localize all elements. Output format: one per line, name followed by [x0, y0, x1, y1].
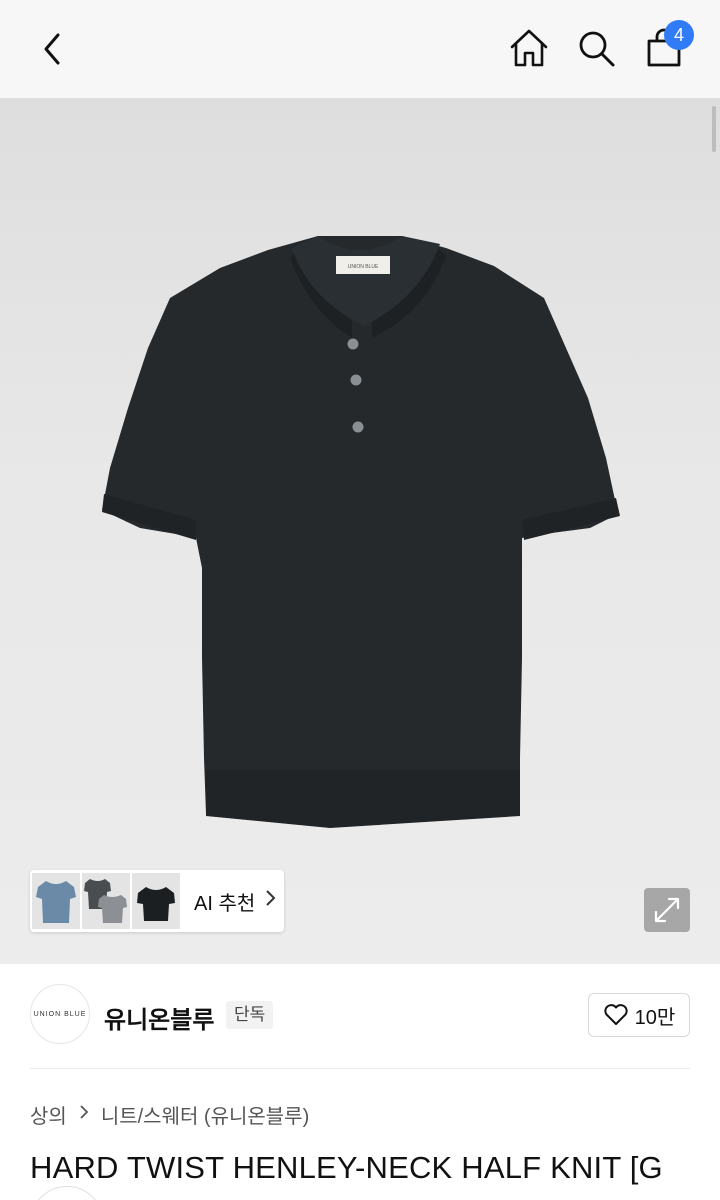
breadcrumb-category[interactable]: 상의 — [30, 1100, 67, 1129]
brand-name[interactable]: 유니온블루 — [104, 1000, 214, 1035]
neck-label-text: UNION BLUE — [348, 264, 379, 270]
floating-circle[interactable] — [30, 1186, 104, 1200]
brand-row: UNION BLUE 유니온블루 단독 10만 — [0, 964, 720, 1068]
product-detail-screen: 4 UNION BLUE AI 추천 UNION BLUE 유니온블루 단독 1… — [0, 0, 720, 1200]
search-button[interactable] — [572, 24, 620, 72]
chevron-right-icon — [79, 1103, 89, 1126]
ai-thumbnail-black[interactable] — [132, 873, 180, 929]
brand-logo-text: UNION BLUE — [33, 1010, 87, 1018]
scroll-indicator[interactable] — [712, 106, 716, 152]
cart-count-badge: 4 — [664, 20, 694, 50]
divider — [30, 1068, 690, 1069]
like-button[interactable]: 10만 — [588, 993, 690, 1037]
expand-image-button[interactable] — [644, 888, 690, 932]
heart-icon — [604, 1004, 628, 1025]
tshirt-icon — [36, 881, 76, 923]
ai-recommend-card[interactable]: AI 추천 — [30, 870, 284, 932]
ai-recommend-label: AI 추천 — [194, 892, 256, 915]
chevron-right-icon — [265, 889, 277, 913]
expand-icon — [654, 897, 680, 923]
home-icon — [510, 29, 548, 67]
product-photo: UNION BLUE — [102, 236, 620, 828]
product-title: HARD TWIST HENLEY-NECK HALF KNIT [G — [30, 1150, 663, 1185]
product-image-gallery[interactable]: UNION BLUE — [0, 98, 720, 964]
cart-button[interactable]: 4 — [640, 20, 694, 72]
ai-thumbnail-blue[interactable] — [32, 873, 80, 929]
breadcrumb: 상의 니트/스웨터 (유니온블루) — [30, 1100, 309, 1129]
top-nav-bar: 4 — [0, 0, 720, 98]
tshirt-icon — [84, 879, 127, 923]
chevron-left-icon — [44, 33, 60, 65]
like-count: 10만 — [634, 1006, 676, 1029]
exclusive-badge: 단독 — [226, 1001, 274, 1029]
brand-logo[interactable]: UNION BLUE — [30, 984, 90, 1044]
breadcrumb-subcategory[interactable]: 니트/스웨터 (유니온블루) — [101, 1100, 309, 1129]
home-button[interactable] — [505, 24, 553, 72]
search-icon — [579, 31, 615, 67]
back-button[interactable] — [30, 26, 76, 72]
ai-thumbnail-grey[interactable] — [82, 873, 130, 929]
tshirt-icon — [137, 887, 175, 921]
